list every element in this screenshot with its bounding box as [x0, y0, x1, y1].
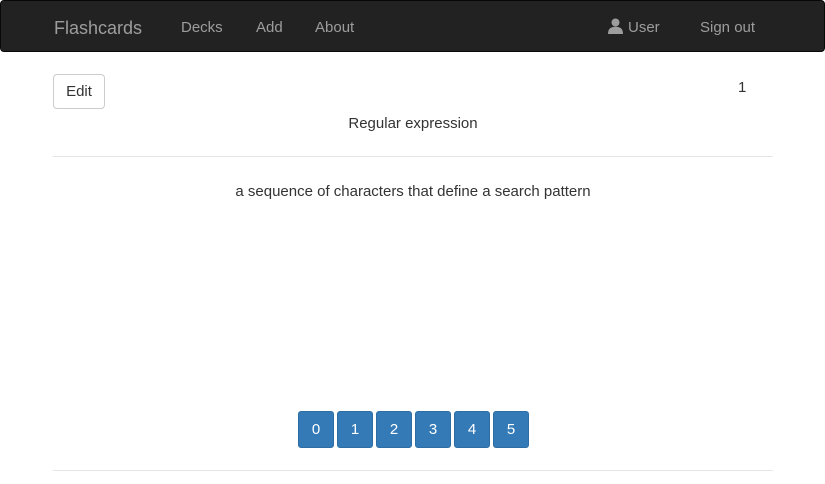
top-navbar: Flashcards Decks Add About User Sign out — [0, 0, 825, 52]
nav-decks-link[interactable]: Decks — [181, 18, 223, 38]
edit-button[interactable]: Edit — [53, 74, 105, 109]
card-count: 1 — [738, 79, 747, 96]
nav-user-link[interactable]: User — [608, 18, 660, 38]
rating-button-2[interactable]: 2 — [376, 411, 412, 448]
rating-button-5[interactable]: 5 — [493, 411, 529, 448]
rating-button-4[interactable]: 4 — [454, 411, 490, 448]
rating-button-3[interactable]: 3 — [415, 411, 451, 448]
nav-signout-link[interactable]: Sign out — [700, 18, 755, 38]
nav-user-label: User — [628, 19, 660, 36]
rating-button-0[interactable]: 0 — [298, 411, 334, 448]
divider — [53, 156, 773, 157]
footer-divider — [53, 470, 773, 471]
card-term: Regular expression — [348, 115, 478, 132]
brand-link[interactable]: Flashcards — [54, 16, 142, 40]
rating-button-1[interactable]: 1 — [337, 411, 373, 448]
card-definition: a sequence of characters that define a s… — [235, 183, 591, 200]
nav-add-link[interactable]: Add — [256, 18, 283, 38]
nav-about-link[interactable]: About — [315, 18, 354, 38]
user-icon — [608, 18, 623, 34]
